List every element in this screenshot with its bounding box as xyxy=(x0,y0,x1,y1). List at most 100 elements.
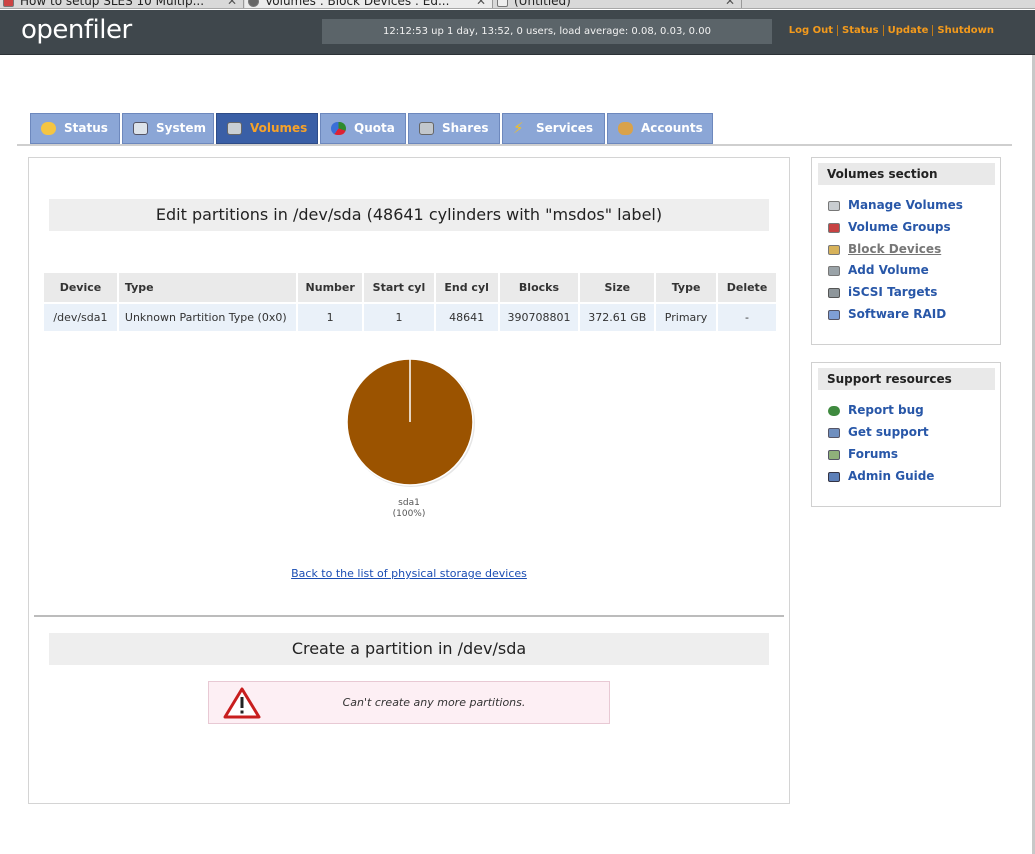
tab-label: Services xyxy=(536,121,594,135)
col-device: Device xyxy=(44,273,117,302)
browser-tab[interactable]: (Untitled) ✕ xyxy=(494,0,742,8)
sun-icon xyxy=(41,122,56,135)
partition-table: Device Type Number Start cyl End cyl Blo… xyxy=(42,271,778,333)
sidebar-item-label: Forums xyxy=(848,447,899,461)
tab-label: System xyxy=(156,121,206,135)
book-icon xyxy=(828,472,840,482)
warning-message: Can't create any more partitions. xyxy=(208,681,610,724)
browser-tab-strip: How to setup SLES 10 Multip... ✕ Volumes… xyxy=(0,0,1035,9)
status-link[interactable]: Status xyxy=(837,25,883,36)
cell-end-cyl: 48641 xyxy=(435,304,498,331)
page-favicon-icon xyxy=(248,0,259,7)
cell-device: /dev/sda1 xyxy=(44,304,117,331)
browser-tab-active[interactable]: Volumes : Block Devices : Ed... ✕ xyxy=(245,0,493,8)
tab-label: Shares xyxy=(442,121,489,135)
table-header-row: Device Type Number Start cyl End cyl Blo… xyxy=(44,273,776,302)
sidebar-item-label: Get support xyxy=(848,425,929,439)
close-icon[interactable]: ✕ xyxy=(476,0,486,8)
volume-groups-icon xyxy=(828,223,840,233)
col-number: Number xyxy=(298,273,363,302)
cell-number: 1 xyxy=(298,304,363,331)
nav-divider xyxy=(17,144,1012,146)
col-blocks: Blocks xyxy=(499,273,579,302)
cell-blocks: 390708801 xyxy=(499,304,579,331)
table-row: /dev/sda1 Unknown Partition Type (0x0) 1… xyxy=(44,304,776,331)
col-end-cyl: End cyl xyxy=(435,273,498,302)
openfiler-logo: openfiler xyxy=(21,15,132,45)
pie-label-percent: (100%) xyxy=(392,509,426,519)
sidebar-item-label: Admin Guide xyxy=(848,469,935,483)
sidebar-item-label: Add Volume xyxy=(848,263,929,277)
sidebar-item-label: Block Devices xyxy=(848,242,942,256)
sidebar-item-label: iSCSI Targets xyxy=(848,285,938,299)
users-icon xyxy=(618,122,633,135)
volumes-section-heading: Volumes section xyxy=(818,163,995,185)
lightning-icon: ⚡ xyxy=(513,119,524,137)
pie-label-name: sda1 xyxy=(398,498,420,508)
update-link[interactable]: Update xyxy=(882,25,933,36)
tab-label: Quota xyxy=(354,121,395,135)
uptime-status: 12:12:53 up 1 day, 13:52, 0 users, load … xyxy=(322,19,772,44)
shutdown-link[interactable]: Shutdown xyxy=(932,25,998,36)
cell-start-cyl: 1 xyxy=(364,304,434,331)
sidebar-item-label: Volume Groups xyxy=(848,220,951,234)
tab-volumes[interactable]: Volumes xyxy=(216,113,318,144)
partition-pie-chart xyxy=(346,358,475,487)
sidebar-item-label: Report bug xyxy=(848,403,924,417)
page-favicon-icon xyxy=(3,0,14,7)
tab-services[interactable]: ⚡ Services xyxy=(502,113,605,144)
warning-text: Can't create any more partitions. xyxy=(342,696,526,709)
forums-icon xyxy=(828,450,840,460)
add-volume-icon xyxy=(828,266,840,276)
page-favicon-icon xyxy=(497,0,508,7)
tab-label: Accounts xyxy=(641,121,703,135)
support-icon xyxy=(828,428,840,438)
pie-label: sda1 (100%) xyxy=(359,498,459,520)
browser-tab-title: How to setup SLES 10 Multip... xyxy=(20,0,205,8)
browser-tab[interactable]: How to setup SLES 10 Multip... ✕ xyxy=(0,0,244,8)
col-delete: Delete xyxy=(718,273,776,302)
tab-label: Volumes xyxy=(250,121,308,135)
close-icon[interactable]: ✕ xyxy=(227,0,237,8)
tab-status[interactable]: Status xyxy=(30,113,120,144)
browser-tab-title: (Untitled) xyxy=(514,0,571,8)
create-partition-title: Create a partition in /dev/sda xyxy=(49,633,769,665)
sidebar-item-label: Software RAID xyxy=(848,307,947,321)
disk-icon xyxy=(828,201,840,211)
tab-quota[interactable]: Quota xyxy=(320,113,406,144)
bug-icon xyxy=(828,406,840,416)
tab-label: Status xyxy=(64,121,108,135)
cell-partition-type: Primary xyxy=(656,304,717,331)
col-start-cyl: Start cyl xyxy=(364,273,434,302)
section-divider xyxy=(34,615,784,617)
main-panel: Edit partitions in /dev/sda (48641 cylin… xyxy=(28,157,790,804)
close-icon[interactable]: ✕ xyxy=(725,0,735,8)
col-type: Type xyxy=(118,273,297,302)
header-links: Log Out Status Update Shutdown xyxy=(785,25,998,36)
app-header: openfiler 12:12:53 up 1 day, 13:52, 0 us… xyxy=(0,10,1035,55)
col-partition-type: Type xyxy=(656,273,717,302)
tab-accounts[interactable]: Accounts xyxy=(607,113,713,144)
tab-system[interactable]: System xyxy=(122,113,214,144)
raid-icon xyxy=(828,310,840,320)
pie-icon xyxy=(331,122,346,135)
edit-partitions-title: Edit partitions in /dev/sda (48641 cylin… xyxy=(49,199,769,231)
cell-type: Unknown Partition Type (0x0) xyxy=(118,304,297,331)
block-device-icon xyxy=(828,245,840,255)
col-size: Size xyxy=(580,273,655,302)
cell-delete[interactable]: - xyxy=(718,304,776,331)
support-resources-heading: Support resources xyxy=(818,368,995,390)
iscsi-icon xyxy=(828,288,840,298)
warning-icon xyxy=(223,687,261,719)
monitor-icon xyxy=(133,122,148,135)
browser-tab-title: Volumes : Block Devices : Ed... xyxy=(265,0,450,8)
support-resources-box: Support resources Report bug Get support… xyxy=(811,362,1001,507)
sidebar-item-label: Manage Volumes xyxy=(848,198,963,212)
cell-size: 372.61 GB xyxy=(580,304,655,331)
volumes-section-box: Volumes section Manage Volumes Volume Gr… xyxy=(811,157,1001,345)
back-to-devices-link[interactable]: Back to the list of physical storage dev… xyxy=(29,567,789,580)
tab-shares[interactable]: Shares xyxy=(408,113,500,144)
server-icon xyxy=(419,122,434,135)
logout-link[interactable]: Log Out xyxy=(785,25,837,36)
disk-icon xyxy=(227,122,242,135)
